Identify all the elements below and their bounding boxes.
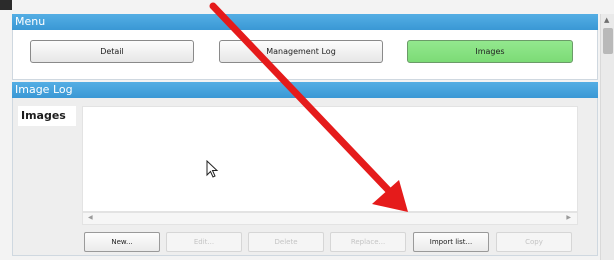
window-corner [0, 0, 12, 10]
images-list[interactable] [82, 106, 578, 212]
import-list-button[interactable]: Import list... [413, 232, 489, 252]
images-button[interactable]: Images [407, 40, 573, 63]
images-list-label: Images [18, 106, 76, 126]
edit-button[interactable]: Edit... [166, 232, 242, 252]
menu-header: Menu [12, 14, 598, 30]
mouse-pointer-icon [206, 160, 219, 178]
scrollbar-thumb[interactable] [603, 28, 613, 54]
scroll-right-icon[interactable]: ▶ [566, 214, 571, 221]
vertical-scrollbar[interactable]: ▲ [600, 14, 614, 260]
copy-button[interactable]: Copy [496, 232, 572, 252]
replace-button[interactable]: Replace... [330, 232, 406, 252]
app-window: Menu Detail Management Log Images Image … [0, 0, 614, 260]
image-log-header: Image Log [12, 82, 598, 98]
image-log-title: Image Log [15, 83, 73, 96]
new-button[interactable]: New... [84, 232, 160, 252]
delete-button[interactable]: Delete [248, 232, 324, 252]
menu-title: Menu [15, 15, 46, 28]
scroll-up-icon[interactable]: ▲ [604, 16, 609, 24]
scroll-left-icon[interactable]: ◀ [88, 214, 93, 221]
detail-button[interactable]: Detail [30, 40, 194, 63]
horizontal-scrollbar[interactable]: ◀ ▶ [82, 212, 578, 225]
management-log-button[interactable]: Management Log [219, 40, 383, 63]
